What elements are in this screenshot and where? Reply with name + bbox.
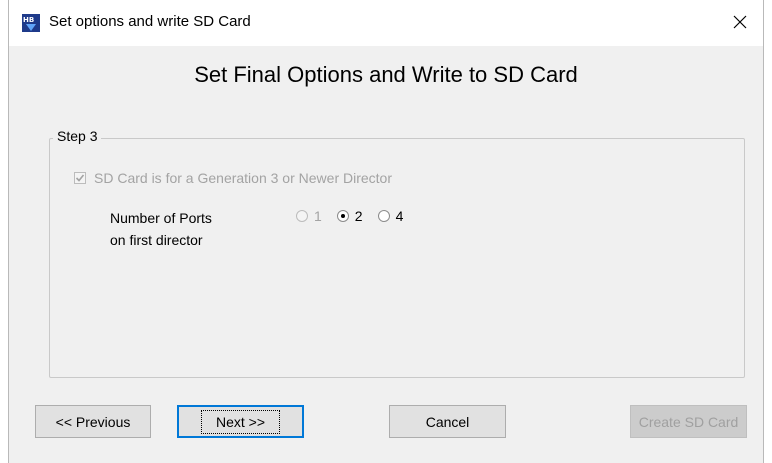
create-sd-card-button[interactable]: Create SD Card — [630, 405, 747, 438]
next-button-arrows: >> — [248, 413, 266, 430]
generation-checkbox[interactable] — [74, 172, 86, 184]
ports-radio-4[interactable]: 4 — [377, 208, 404, 224]
ports-label: Number of Ports on first director — [110, 207, 212, 251]
generation-checkbox-row: SD Card is for a Generation 3 or Newer D… — [74, 170, 392, 186]
cancel-button[interactable]: Cancel — [389, 405, 506, 438]
radio-circle-icon — [296, 210, 308, 222]
page-heading: Set Final Options and Write to SD Card — [194, 62, 578, 87]
next-button-label: Next — [215, 413, 245, 430]
svg-text:HB: HB — [23, 16, 34, 24]
radio-circle-icon — [377, 210, 390, 222]
ports-label-line2: on first director — [110, 232, 203, 248]
title-bar: HB Set options and write SD Card — [9, 0, 763, 46]
ports-radio-1[interactable]: 1 — [296, 208, 322, 224]
previous-button[interactable]: << Previous — [35, 405, 151, 438]
ports-radio-2[interactable]: 2 — [336, 208, 363, 224]
ports-radio-1-label: 1 — [314, 208, 322, 224]
window-title: Set options and write SD Card — [49, 13, 251, 30]
ports-radio-group: 1 2 4 — [296, 208, 418, 224]
ports-label-line1: Number of Ports — [110, 210, 212, 226]
next-button[interactable]: Next >> — [177, 405, 304, 438]
dialog-window: HB Set options and write SD Card Set Fin… — [8, 0, 764, 463]
ports-radio-4-label: 4 — [395, 208, 404, 224]
hb-app-icon: HB — [22, 14, 40, 32]
next-button-focus: Next >> — [200, 409, 281, 434]
close-icon — [733, 15, 747, 32]
close-button[interactable] — [717, 0, 763, 46]
generation-checkbox-label: SD Card is for a Generation 3 or Newer D… — [94, 170, 392, 186]
ports-radio-2-label: 2 — [354, 208, 363, 224]
step-group-label: Step 3 — [53, 128, 102, 144]
radio-selected-icon — [336, 210, 349, 222]
